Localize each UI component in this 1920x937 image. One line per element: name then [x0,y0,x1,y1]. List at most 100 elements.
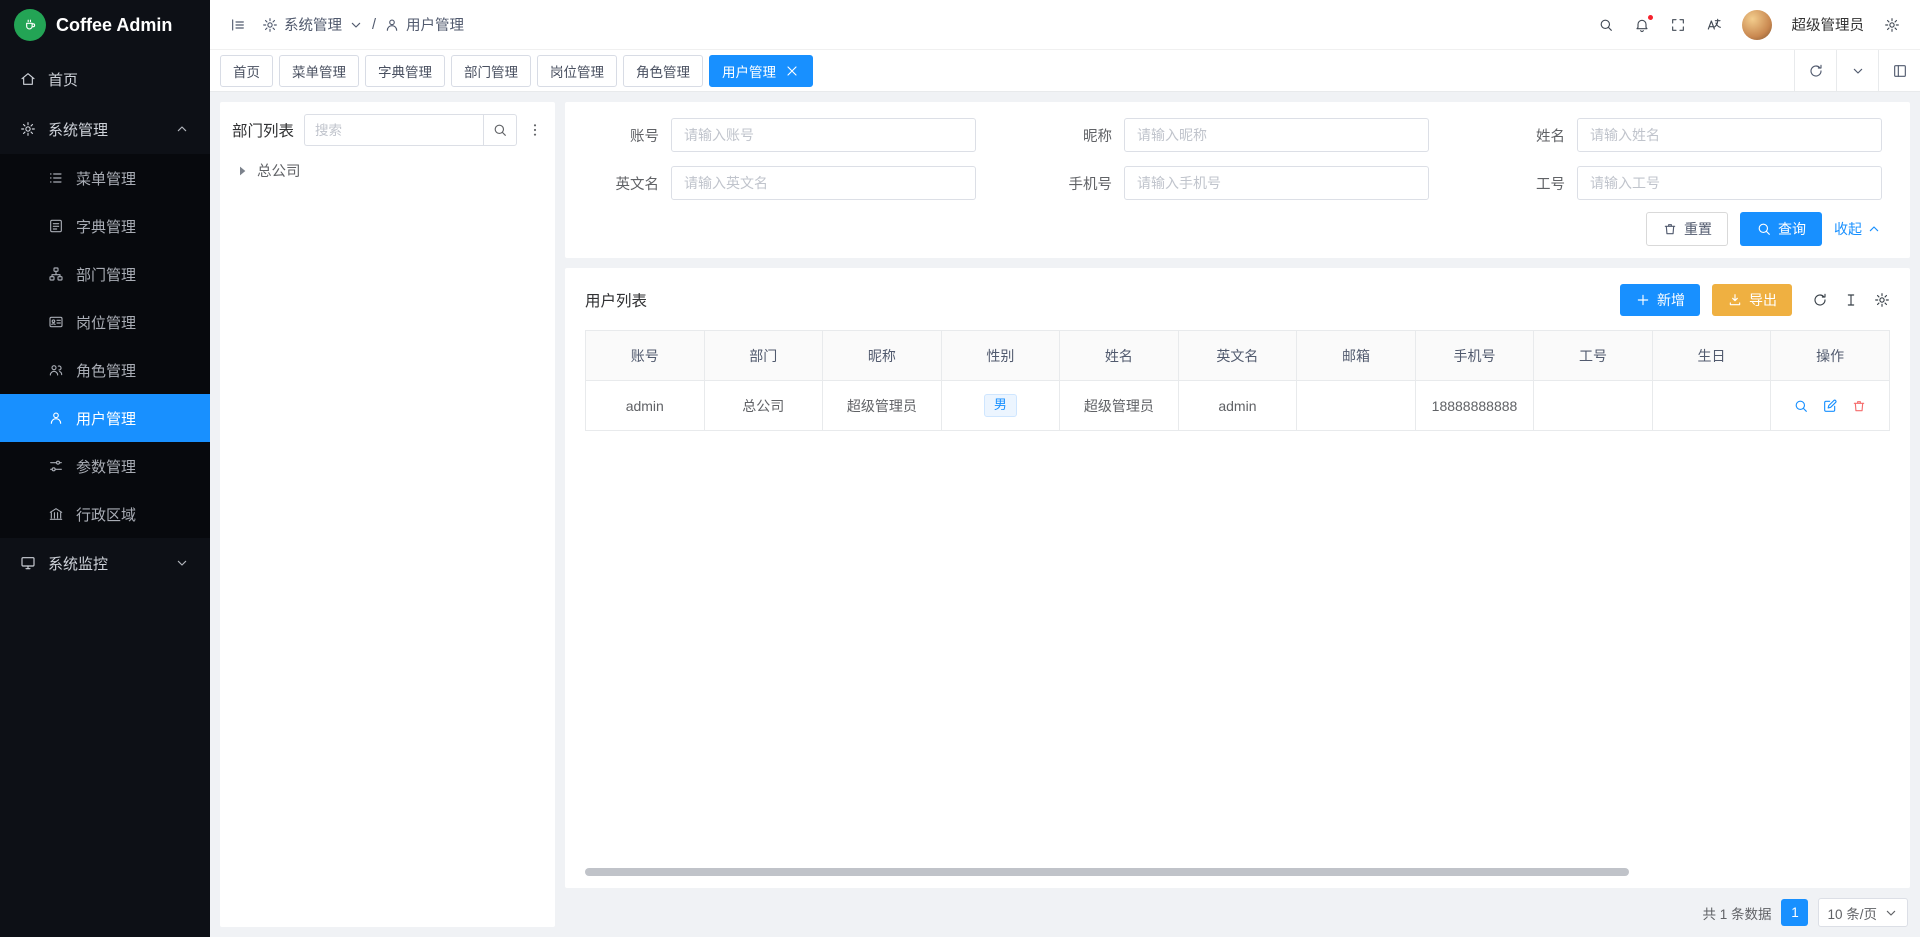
reset-icon [1662,221,1678,237]
edit-icon[interactable] [1822,398,1838,414]
search-icon[interactable] [1598,17,1614,33]
org-chart-icon [48,266,64,282]
export-button-label: 导出 [1749,290,1777,310]
sidebar-item-menu-mgmt[interactable]: 菜单管理 [0,154,210,202]
sidebar-item-region-mgmt[interactable]: 行政区域 [0,490,210,538]
tab-label: 角色管理 [636,61,690,81]
sidebar-item-label: 字典管理 [76,216,136,237]
field-label: 英文名 [593,173,671,194]
tabs-layout-button[interactable] [1878,50,1920,91]
query-button[interactable]: 查询 [1740,212,1822,246]
account-field[interactable] [671,118,976,152]
page-number-button[interactable]: 1 [1781,899,1808,926]
filter-item-en-name: 英文名 [593,166,976,200]
field-label: 账号 [593,125,671,146]
tab-post-mgmt[interactable]: 岗位管理 [537,55,617,87]
sidebar-item-label: 系统管理 [48,119,108,140]
more-options-icon[interactable] [527,122,543,138]
export-button[interactable]: 导出 [1712,284,1792,316]
current-username[interactable]: 超级管理员 [1792,14,1865,35]
sidebar-item-label: 部门管理 [76,264,136,285]
sidebar-item-role-mgmt[interactable]: 角色管理 [0,346,210,394]
settings-gear-icon[interactable] [1884,17,1900,33]
sliders-icon [48,458,64,474]
collapse-link-label: 收起 [1834,219,1862,239]
column-header-job-no: 工号 [1534,331,1653,381]
filter-item-phone: 手机号 [1046,166,1429,200]
en-name-field[interactable] [671,166,976,200]
sidebar-item-label: 角色管理 [76,360,136,381]
tab-dict-mgmt[interactable]: 字典管理 [365,55,445,87]
translate-icon[interactable] [1706,17,1722,33]
pagination: 共 1 条数据 1 10 条/页 [565,898,1910,927]
tab-label: 部门管理 [464,61,518,81]
filter-item-job-no: 工号 [1499,166,1882,200]
reset-button[interactable]: 重置 [1646,212,1728,246]
breadcrumb-system[interactable]: 系统管理 [262,14,364,35]
user-avatar[interactable] [1742,10,1772,40]
cell-nickname: 超级管理员 [823,381,942,431]
add-button[interactable]: 新增 [1620,284,1700,316]
sidebar-item-post-mgmt[interactable]: 岗位管理 [0,298,210,346]
sidebar-item-label: 系统监控 [48,553,108,574]
tabs-dropdown-button[interactable] [1836,50,1878,91]
department-tree-node[interactable]: 总公司 [232,160,543,181]
column-settings-gear-icon[interactable] [1874,292,1890,308]
phone-field[interactable] [1124,166,1429,200]
sidebar-item-system-monitor[interactable]: 系统监控 [0,538,210,588]
sidebar-item-label: 岗位管理 [76,312,136,333]
breadcrumb-current[interactable]: 用户管理 [384,14,464,35]
page-size-value: 10 条/页 [1827,903,1877,923]
tab-role-mgmt[interactable]: 角色管理 [623,55,703,87]
coffee-logo-icon [14,9,46,41]
fullscreen-icon[interactable] [1670,17,1686,33]
user-list-header: 用户列表 新增 导出 [585,284,1890,316]
gear-icon [20,121,36,137]
dictionary-icon [48,218,64,234]
tab-dept-mgmt[interactable]: 部门管理 [451,55,531,87]
notifications-button[interactable] [1634,17,1650,33]
job-no-field[interactable] [1577,166,1882,200]
tab-label: 岗位管理 [550,61,604,81]
breadcrumb-label: 系统管理 [284,14,342,35]
header-actions: 超级管理员 [1598,10,1901,40]
pagination-total: 共 1 条数据 [1702,903,1771,923]
refresh-icon[interactable] [1812,292,1828,308]
column-header-nickname: 昵称 [823,331,942,381]
nickname-field[interactable] [1124,118,1429,152]
row-height-icon[interactable] [1843,292,1859,308]
main-area: 系统管理 / 用户管理 超级管理员 [210,0,1920,937]
department-search-input[interactable] [304,114,483,146]
sidebar-item-home[interactable]: 首页 [0,54,210,104]
cell-email [1297,381,1416,431]
sidebar-item-param-mgmt[interactable]: 参数管理 [0,442,210,490]
sidebar-item-dict-mgmt[interactable]: 字典管理 [0,202,210,250]
tab-label: 用户管理 [722,61,776,81]
sidebar-item-label: 首页 [48,69,78,90]
collapse-link[interactable]: 收起 [1834,219,1882,239]
tabs-refresh-button[interactable] [1794,50,1836,91]
name-field[interactable] [1577,118,1882,152]
caret-right-icon[interactable] [234,163,250,179]
horizontal-scrollbar-thumb[interactable] [585,868,1629,876]
tab-menu-mgmt[interactable]: 菜单管理 [279,55,359,87]
tab-user-mgmt[interactable]: 用户管理 [709,55,813,87]
sidebar-item-dept-mgmt[interactable]: 部门管理 [0,250,210,298]
tab-label: 菜单管理 [292,61,346,81]
page-size-select[interactable]: 10 条/页 [1818,898,1908,927]
app-title: Coffee Admin [56,15,172,36]
menu-fold-icon[interactable] [230,17,246,33]
cell-job-no [1534,381,1653,431]
department-search-button[interactable] [483,114,517,146]
tab-home[interactable]: 首页 [220,55,273,87]
sidebar-item-system-mgmt[interactable]: 系统管理 [0,104,210,154]
notification-badge [1647,14,1654,21]
view-icon[interactable] [1793,398,1809,414]
close-icon[interactable] [784,63,800,79]
filter-actions: 重置 查询 收起 [593,212,1882,246]
sidebar-item-user-mgmt[interactable]: 用户管理 [0,394,210,442]
table-header-row: 账号 部门 昵称 性别 姓名 英文名 邮箱 手机号 工号 生日 操作 [586,331,1890,381]
delete-icon[interactable] [1851,398,1867,414]
field-label: 昵称 [1046,125,1124,146]
chevron-down-icon [174,555,190,571]
